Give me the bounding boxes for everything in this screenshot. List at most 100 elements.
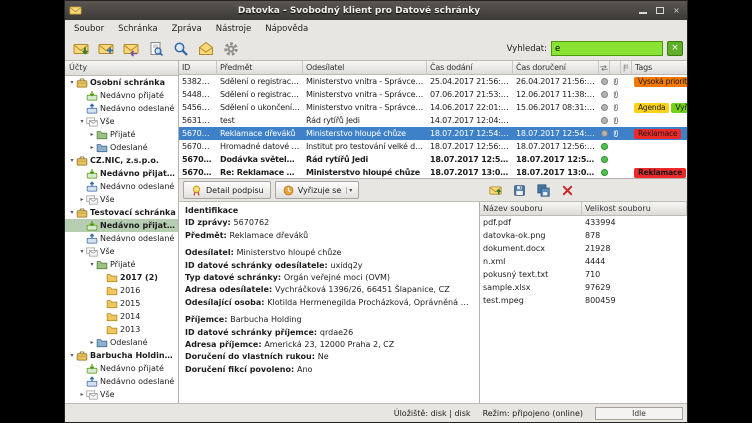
sidebar-item-ned-vno-odeslan[interactable]: Nedávno odeslané: [65, 232, 178, 245]
message-subject: Sdělení o registraci změny ...: [217, 90, 303, 99]
sidebar-item-odeslan[interactable]: ▸Odeslané: [65, 141, 178, 154]
expander-icon[interactable]: ▸: [88, 339, 96, 346]
expander-icon[interactable]: ▾: [88, 261, 96, 268]
column-header-filename[interactable]: Název souboru: [480, 202, 582, 216]
search-input[interactable]: [551, 41, 663, 56]
sidebar-item-2013[interactable]: 2013: [65, 323, 178, 336]
minimize-button[interactable]: [636, 5, 649, 16]
message-row[interactable]: 5382287Sdělení o registraci změny ...Min…: [179, 75, 687, 88]
save-all-attachments-button[interactable]: [533, 181, 554, 199]
sidebar-item-barbucha-holding-a-s[interactable]: ▾Barbucha Holding, a.s.: [65, 349, 178, 362]
attachment-row[interactable]: datovka-ok.png878: [480, 229, 687, 242]
column-header-attachment-icon[interactable]: [610, 61, 621, 75]
signature-detail-label: Detail podpisu: [206, 186, 264, 195]
sidebar-item-v-e[interactable]: ▸Vše: [65, 388, 178, 401]
clear-search-button[interactable]: ×: [667, 41, 683, 56]
expander-icon[interactable]: ▾: [78, 248, 86, 255]
sidebar-item-ned-vno-p-ijat-4[interactable]: Nedávno přijaté (4): [65, 167, 178, 180]
sidebar-item-ned-vno-p-ijat-2[interactable]: Nedávno přijaté (2): [65, 219, 178, 232]
menu-n-stroje[interactable]: Nástroje: [209, 22, 258, 36]
expander-icon[interactable]: ▾: [78, 118, 86, 125]
search-message-button[interactable]: [169, 39, 192, 59]
expander-icon[interactable]: ▸: [78, 196, 86, 203]
sidebar-item-v-e[interactable]: ▾Vše: [65, 115, 178, 128]
message-row[interactable]: 5670775Hromadné datové zprávyInstitut pr…: [179, 140, 687, 153]
column-header-tags[interactable]: Tags: [632, 61, 687, 75]
column-header-read-status-icon[interactable]: [599, 61, 610, 75]
sidebar-item-ned-vno-p-ijat[interactable]: Nedávno přijaté: [65, 89, 178, 102]
sidebar-item-2015[interactable]: 2015: [65, 297, 178, 310]
expander-icon[interactable]: ▾: [68, 79, 76, 86]
message-id: 5631398: [179, 116, 217, 125]
sidebar-item-ned-vno-p-ijat[interactable]: Nedávno přijaté: [65, 362, 178, 375]
signature-detail-button[interactable]: Detail podpisu: [183, 181, 271, 199]
open-attachment-button[interactable]: [485, 181, 506, 199]
processing-state-dropdown[interactable]: Vyřizuje se ▾: [275, 181, 360, 199]
sidebar-item-v-e[interactable]: ▾Vše: [65, 245, 178, 258]
attachment-row[interactable]: pdf.pdf433994: [480, 216, 687, 229]
column-header-as-doru-en[interactable]: Čas doručení: [513, 61, 599, 75]
reply-message-button[interactable]: [119, 39, 142, 59]
save-attachment-button[interactable]: [509, 181, 530, 199]
tags-cell: Reklamace: [632, 168, 687, 178]
download-messages-button[interactable]: [69, 39, 92, 59]
attachment-row[interactable]: pokusný text.txt710: [480, 268, 687, 281]
menu-soubor[interactable]: Soubor: [67, 22, 111, 36]
column-header-flag-icon[interactable]: [621, 61, 632, 75]
attachment-row[interactable]: dokument.docx21928: [480, 242, 687, 255]
expander-icon[interactable]: ▾: [68, 209, 76, 216]
expander-icon[interactable]: ▸: [88, 131, 96, 138]
sidebar-item-odeslan[interactable]: ▸Odeslané: [65, 336, 178, 349]
menu-zpr-va[interactable]: Zpráva: [165, 22, 209, 36]
column-header-p-edm-t[interactable]: Předmět: [217, 61, 303, 75]
message-row[interactable]: 5456112Sdělení o ukončení agendy ...Mini…: [179, 101, 687, 114]
sidebar-item-2014[interactable]: 2014: [65, 310, 178, 323]
detail-label: Adresa příjemce:: [185, 340, 264, 349]
close-icon: ×: [673, 7, 680, 15]
column-header-filesize[interactable]: Velikost souboru: [582, 202, 687, 216]
close-button[interactable]: ×: [670, 5, 683, 16]
title-bar[interactable]: Datovka - Svobodný klient pro Datové sch…: [65, 1, 687, 20]
message-row[interactable]: 5448775Sdělení o registraci změny ...Min…: [179, 88, 687, 101]
sidebar-item-2016[interactable]: 2016: [65, 284, 178, 297]
expander-icon[interactable]: ▾: [68, 352, 76, 359]
message-row[interactable]: 5670762Reklamace dřevákůMinisterstvo hlo…: [179, 127, 687, 140]
sent-folder-icon: [96, 142, 108, 154]
sidebar-item-ned-vno-odeslan[interactable]: Nedávno odeslané: [65, 180, 178, 193]
sidebar-item-v-e[interactable]: ▸Vše: [65, 193, 178, 206]
maximize-button[interactable]: [653, 5, 666, 16]
flag-icon: [621, 63, 631, 73]
sidebar-item-ned-vno-odeslan[interactable]: Nedávno odeslané: [65, 375, 178, 388]
expander-icon[interactable]: ▸: [78, 391, 86, 398]
sidebar-item-cz-nic-z-s-p-o[interactable]: ▾CZ.NIC, z.s.p.o.: [65, 154, 178, 167]
verify-message-button[interactable]: [144, 39, 167, 59]
sidebar-item-osobn-schr-nka[interactable]: ▾Osobní schránka: [65, 76, 178, 89]
column-header-odes-latel[interactable]: Odesílatel: [303, 61, 427, 75]
sidebar-item-p-ijat[interactable]: ▸Přijaté: [65, 128, 178, 141]
sidebar-item-p-ijat[interactable]: ▾Přijaté: [65, 258, 178, 271]
message-row[interactable]: 5670825Re: Reklamace dřevákůMinisterstvo…: [179, 166, 687, 179]
settings-button[interactable]: [219, 39, 242, 59]
menu-schr-nka[interactable]: Schránka: [111, 22, 165, 36]
sidebar-item-testovac-schr-nka[interactable]: ▾Testovací schránka: [65, 206, 178, 219]
menu-n-pov-da[interactable]: Nápověda: [258, 22, 315, 36]
delete-attachment-button[interactable]: [557, 181, 578, 199]
sidebar-item-ned-vno-odeslan[interactable]: Nedávno odeslané: [65, 102, 178, 115]
column-header-id[interactable]: ID: [179, 61, 217, 75]
message-contents-button[interactable]: [194, 39, 217, 59]
attachment-row[interactable]: test.mpeg800459: [480, 294, 687, 307]
message-subject: Hromadné datové zprávy: [217, 142, 303, 151]
create-message-button[interactable]: [94, 39, 117, 59]
sidebar-item-2017-2[interactable]: 2017 (2): [65, 271, 178, 284]
envelope-open-arrow-icon: [489, 184, 502, 197]
column-header-as-dod-n[interactable]: Čas dodání: [427, 61, 513, 75]
tag-vy-zeno: Vyřízeno: [671, 103, 687, 113]
message-row[interactable]: 5670808Dodávka světelných mečůŘád rytířů…: [179, 153, 687, 166]
expander-icon[interactable]: ▸: [88, 144, 96, 151]
message-row[interactable]: 5631398testŘád rytířů Jedi14.07.2017 12:…: [179, 114, 687, 127]
attachment-row[interactable]: n.xml4444: [480, 255, 687, 268]
attachment-row[interactable]: sample.xlsx97629: [480, 281, 687, 294]
expander-icon[interactable]: ▾: [68, 157, 76, 164]
message-sender: Řád rytířů Jedi: [303, 116, 427, 125]
read-status-cell: [599, 117, 610, 124]
